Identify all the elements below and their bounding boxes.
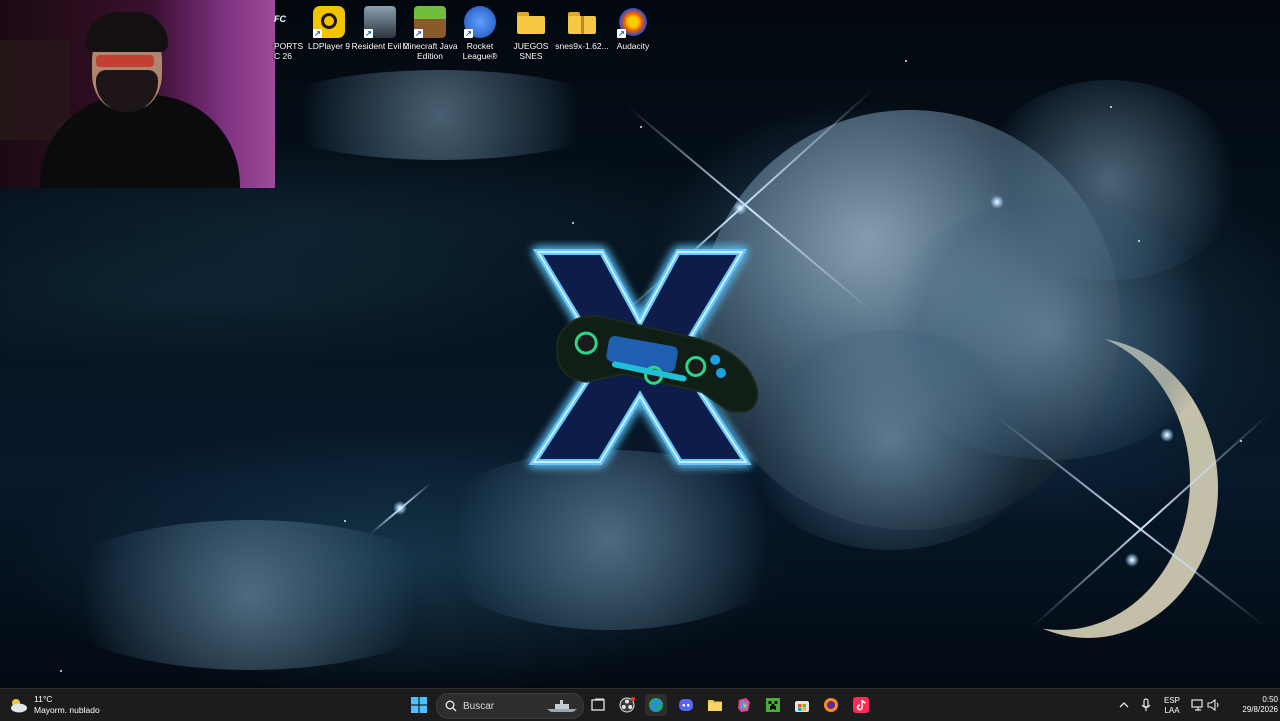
zip-folder-icon xyxy=(566,6,598,38)
search-highlight-ship-icon xyxy=(547,700,577,712)
microsoft-store-icon xyxy=(795,701,809,712)
language-code: ESP xyxy=(1163,696,1180,705)
network-tray-button[interactable] xyxy=(1190,694,1206,716)
weather-text: 11°C Mayorm. nublado xyxy=(34,694,100,716)
taskbar-app-obs[interactable] xyxy=(616,694,638,716)
folder-icon xyxy=(515,6,547,38)
desktop-icon-rocket-league[interactable]: ↗ Rocket League® xyxy=(451,4,509,61)
desktop-icon-ea-sports[interactable]: FC PORTS C 26 xyxy=(262,4,304,61)
clock-date: 29/8/2026 xyxy=(1242,705,1278,714)
folder-icon xyxy=(708,700,722,711)
task-view-button[interactable] xyxy=(587,694,609,716)
desktop-icon-label: Rocket League® xyxy=(462,41,498,61)
taskbar-app-firefox[interactable] xyxy=(820,694,842,716)
wallpaper-star-flare xyxy=(393,501,407,515)
taskbar-app-edge[interactable] xyxy=(645,694,667,716)
weather-temperature: 11°C xyxy=(34,694,53,704)
x-gamepad-logo xyxy=(520,240,760,475)
wallpaper-star xyxy=(1138,240,1140,242)
network-monitor-icon xyxy=(1191,699,1203,711)
desktop-icon-label: PORTS C 26 xyxy=(274,41,304,61)
wallpaper-star-flare xyxy=(990,195,1004,209)
tiktok-icon xyxy=(853,697,869,713)
wallpaper-star xyxy=(60,670,62,672)
taskbar-app-file-explorer[interactable] xyxy=(704,694,726,716)
desktop-icon-label: LDPlayer 9 xyxy=(307,41,351,51)
input-language-indicator[interactable]: ESP LAA xyxy=(1160,696,1184,716)
wallpaper-star xyxy=(572,222,574,224)
wallpaper-star xyxy=(905,60,907,62)
cloudy-weather-icon xyxy=(11,699,27,713)
resident-evil-icon: ↗ xyxy=(364,6,396,38)
search-icon xyxy=(445,700,457,712)
search-placeholder: Buscar xyxy=(463,700,495,712)
ldplayer-icon: ↗ xyxy=(313,6,345,38)
task-view-icon xyxy=(591,698,605,711)
desktop-icon-label: Audacity xyxy=(616,41,650,51)
wallpaper-cloud xyxy=(260,70,620,160)
taskbar-search-box[interactable]: Buscar xyxy=(436,693,584,719)
minecraft-grass-block-icon: ↗ xyxy=(414,6,446,38)
wallpaper-star-flare xyxy=(733,201,747,215)
webcam-background-shelf xyxy=(0,40,70,140)
taskbar-app-microsoft-365[interactable] xyxy=(733,694,755,716)
obs-icon xyxy=(619,697,635,713)
wallpaper-cloud xyxy=(420,450,800,630)
chevron-up-icon xyxy=(1119,702,1129,708)
wallpaper-cloud xyxy=(40,520,460,670)
wallpaper-star xyxy=(344,520,346,522)
taskbar-clock[interactable]: 0:50 29/8/2026 xyxy=(1226,695,1278,715)
creeper-icon xyxy=(766,698,780,712)
desktop-icon-label: JUEGOS SNES xyxy=(513,41,549,61)
desktop-icon-ldplayer[interactable]: ↗ LDPlayer 9 xyxy=(300,4,358,51)
wallpaper-star xyxy=(1110,106,1112,108)
audacity-icon: ↗ xyxy=(617,6,649,38)
webcam-overlay xyxy=(0,0,275,188)
wallpaper-star-flare xyxy=(1125,553,1139,567)
volume-tray-button[interactable] xyxy=(1206,694,1222,716)
clock-time: 0:50 xyxy=(1262,695,1278,704)
wallpaper-star xyxy=(1240,440,1242,442)
desktop-icon-label: snes9x-1.62... xyxy=(555,41,609,51)
rocket-league-icon: ↗ xyxy=(464,6,496,38)
taskbar-app-discord[interactable] xyxy=(675,694,697,716)
taskbar-app-tiktok[interactable] xyxy=(850,694,872,716)
taskbar-app-minecraft-launcher[interactable] xyxy=(762,694,784,716)
firefox-icon xyxy=(824,698,838,712)
desktop-icon-juegos-snes[interactable]: JUEGOS SNES xyxy=(502,4,560,61)
wallpaper-star xyxy=(640,126,642,128)
microphone-icon xyxy=(1141,698,1151,711)
show-hidden-icons-button[interactable] xyxy=(1116,694,1132,716)
microsoft-365-icon xyxy=(738,698,750,712)
speaker-icon xyxy=(1207,699,1219,711)
weather-description: Mayorm. nublado xyxy=(34,705,100,715)
wallpaper-star-flare xyxy=(1160,428,1174,442)
desktop-icon-audacity[interactable]: ↗ Audacity xyxy=(604,4,662,51)
microphone-tray-button[interactable] xyxy=(1138,694,1154,716)
webcam-person-hair xyxy=(86,12,168,52)
ea-sports-icon: FC xyxy=(274,14,286,24)
desktop-icon-snes9x[interactable]: snes9x-1.62... xyxy=(553,4,611,51)
windows-logo-icon xyxy=(411,697,427,713)
edge-browser-icon xyxy=(649,698,663,712)
webcam-person-glasses xyxy=(96,55,154,67)
keyboard-layout-code: LAA xyxy=(1164,706,1180,715)
start-button[interactable] xyxy=(408,694,430,716)
weather-widget[interactable]: 11°C Mayorm. nublado xyxy=(8,693,100,717)
taskbar-app-microsoft-store[interactable] xyxy=(791,694,813,716)
discord-icon xyxy=(679,699,693,711)
taskbar: 11°C Mayorm. nublado Buscar ESP LAA 0:50… xyxy=(0,688,1280,721)
